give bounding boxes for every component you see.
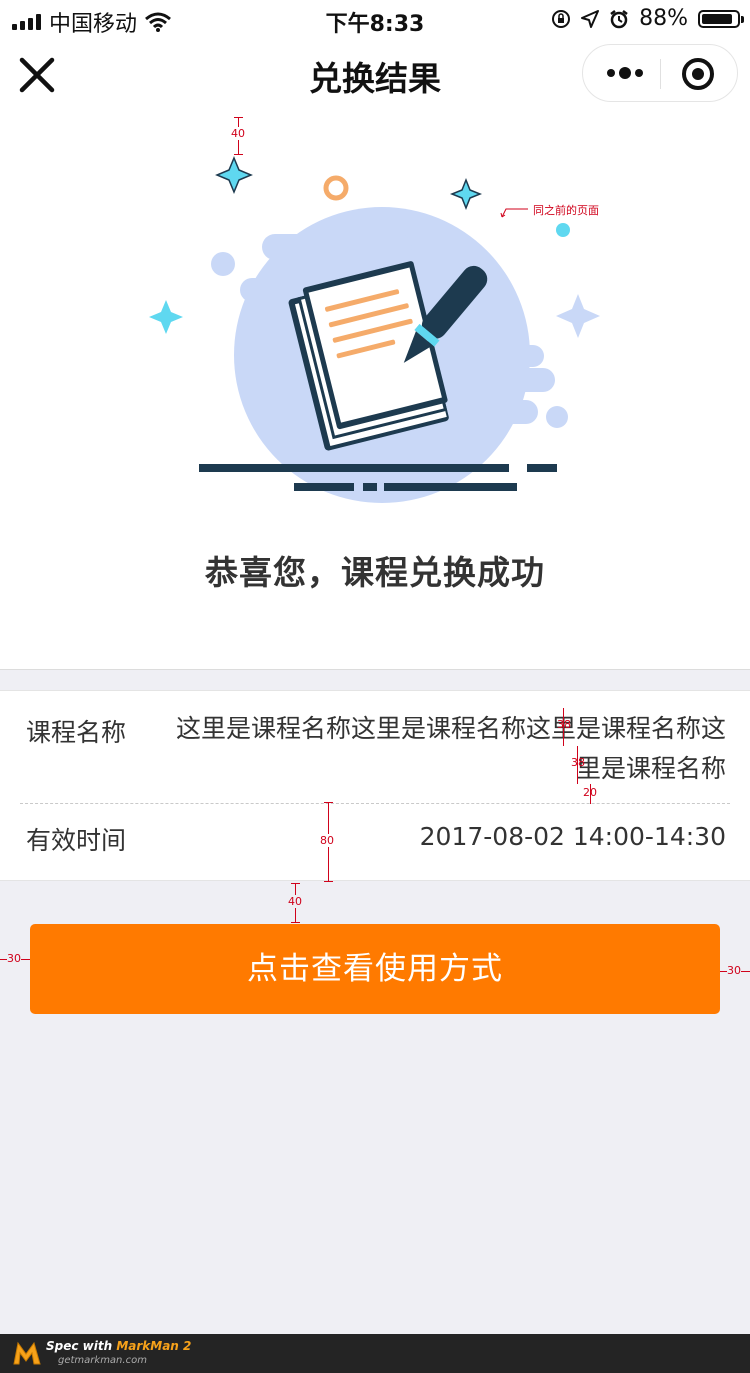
spec-line xyxy=(324,802,333,803)
spec-label: 20 xyxy=(583,786,597,799)
spec-label: 30 xyxy=(727,964,741,977)
more-icon[interactable] xyxy=(605,63,645,83)
location-icon xyxy=(581,9,600,28)
spec-label: 40 xyxy=(231,127,245,140)
spec-line xyxy=(291,922,300,923)
success-illustration xyxy=(149,156,600,503)
spec-label: 30 xyxy=(7,952,21,965)
spec-label: 38 xyxy=(557,718,571,731)
status-bar: 中国移动 下午8:33 88% xyxy=(0,0,750,40)
battery-icon xyxy=(698,9,744,28)
spec-line xyxy=(324,881,333,882)
spec-label: 38 xyxy=(571,756,585,769)
battery-percent: 88% xyxy=(639,6,688,31)
success-message: 恭喜您，课程兑换成功 xyxy=(205,553,545,592)
exit-target-icon[interactable] xyxy=(681,57,715,91)
section-divider xyxy=(0,669,750,670)
mini-program-capsule xyxy=(582,44,738,102)
spec-line xyxy=(234,117,243,118)
nav-bar: 兑换结果 xyxy=(0,40,750,110)
redeem-details-card: 课程名称 这里是课程名称这里是课程名称这里是课程名称这里是课程名称 有效时间 2… xyxy=(0,690,750,881)
valid-time-row: 有效时间 2017-08-02 14:00-14:30 xyxy=(26,805,726,881)
course-name-value: 这里是课程名称这里是课程名称这里是课程名称这里是课程名称 xyxy=(175,714,726,783)
spec-line xyxy=(234,154,243,155)
row-divider xyxy=(20,803,730,804)
markman-brand: Spec with MarkMan 2 xyxy=(46,1339,192,1353)
orientation-lock-icon xyxy=(552,9,571,28)
spec-note: 同之前的页面 xyxy=(533,204,599,217)
course-name-label: 课程名称 xyxy=(26,718,127,747)
capsule-divider xyxy=(660,59,661,89)
markman-logo-icon xyxy=(13,1341,41,1365)
view-usage-button[interactable]: 点击查看使用方式 xyxy=(30,924,720,1014)
spec-label: 80 xyxy=(320,834,334,847)
spec-line xyxy=(291,883,300,884)
valid-time-label: 有效时间 xyxy=(26,826,127,855)
course-name-row: 课程名称 这里是课程名称这里是课程名称这里是课程名称这里是课程名称 xyxy=(26,691,726,803)
spec-label: 40 xyxy=(288,895,302,908)
spec-arrow-icon xyxy=(500,208,528,218)
markman-footer: Spec with MarkMan 2 getmarkman.com xyxy=(0,1334,750,1373)
valid-time-value: 2017-08-02 14:00-14:30 xyxy=(419,822,726,851)
alarm-icon xyxy=(610,9,628,28)
markman-site: getmarkman.com xyxy=(58,1355,147,1366)
result-hero: 恭喜您，课程兑换成功 xyxy=(0,110,750,670)
